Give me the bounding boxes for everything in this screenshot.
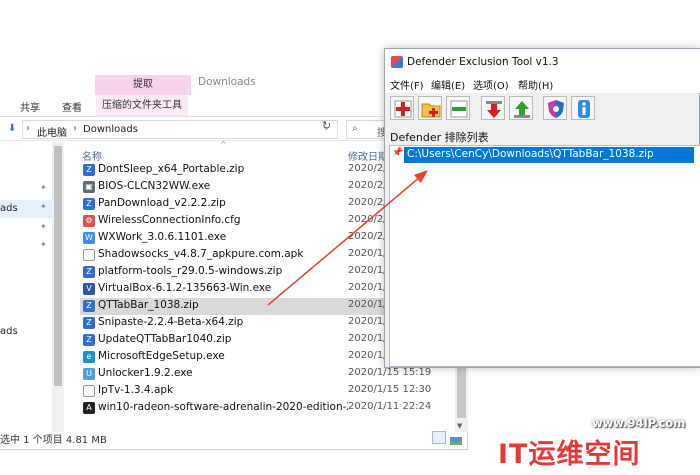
screenshot: 提取 Downloads 共享 查看 压缩的文件夹工具 ⬇ › 此电脑 › Do… [0,0,700,475]
annotation-arrow [267,170,428,306]
watermark-brand-logo: IT运维空间 [498,439,641,470]
watermark-url: www.94IP.com [592,416,686,430]
